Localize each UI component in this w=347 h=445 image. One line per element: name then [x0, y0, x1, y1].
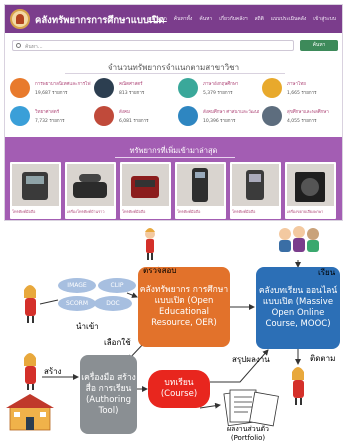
resource-card[interactable]: เครื่องขยายเสียงพกพา: [285, 162, 336, 219]
resource-thumbnail: [67, 164, 114, 206]
portfolio-documents: [223, 389, 279, 427]
label-review: ตรวจสอบ: [143, 266, 177, 275]
stat-count: 19,687 รายการ: [35, 91, 68, 96]
search-button[interactable]: ค้นหา: [300, 40, 338, 51]
resource-thumbnail: [287, 164, 334, 206]
health-icon: [262, 106, 282, 126]
site-header: คลังทรัพยากรการศึกษาแบบเปิด หน้าแรก ค้นห…: [5, 5, 342, 33]
resource-card[interactable]: เครื่องโทรศัพท์บ้านราว: [65, 162, 116, 219]
stat-item[interactable]: ภาษาไทย 1,665 รายการ: [262, 77, 342, 101]
stat-name: สังคมศึกษา ศาสนาและวัฒนธรรม: [203, 110, 259, 115]
latest-resources-section: ทรัพยากรที่เพิ่มเข้ามาล่าสุด โทรศัพท์มือ…: [5, 137, 342, 220]
search-icon: [16, 43, 21, 48]
thai-letter-icon: [262, 78, 282, 98]
latest-title: ทรัพยากรที่เพิ่มเข้ามาล่าสุด: [129, 146, 218, 155]
stat-count: 7,732 รายการ: [35, 119, 65, 124]
stat-item[interactable]: สังคม 6,081 รายการ: [94, 105, 174, 129]
site-logo[interactable]: [10, 9, 30, 29]
stat-count: 4,055 รายการ: [287, 119, 317, 124]
nav-item-search[interactable]: ค้นหา: [199, 15, 212, 23]
school-building: [6, 394, 54, 431]
society-icon: [94, 106, 114, 126]
stat-name: ภาษาไทย: [287, 82, 306, 87]
stat-item[interactable]: วิทยาศาสตร์ 7,732 รายการ: [10, 105, 90, 129]
portfolio-label: ผลงานส่วนตัว (Portfolio): [227, 425, 269, 442]
science-icon: [10, 106, 30, 126]
resource-title[interactable]: เครื่องโทรศัพท์บ้านราว: [67, 209, 115, 215]
stat-item[interactable]: ภาษาอังกฤษศึกษา 5,379 รายการ: [178, 77, 258, 101]
nav-item-stats[interactable]: สถิติ: [255, 15, 264, 23]
resource-thumbnail: [232, 164, 279, 206]
math-icon: [94, 78, 114, 98]
stat-name: วิทยาศาสตร์: [35, 110, 60, 115]
resource-title[interactable]: โทรศัพท์มือถือ: [122, 209, 170, 215]
divider: [65, 73, 285, 74]
site-brand[interactable]: คลังทรัพยากรการศึกษาแบบเปิด: [35, 13, 164, 28]
label-summarize: สรุปผลงาน: [232, 355, 270, 364]
resource-title[interactable]: เครื่องขยายเสียงพกพา: [287, 209, 335, 215]
label-learn: เรียน: [318, 268, 336, 277]
stat-name: การพยาบาลนิเทศและการไฟฟ้า: [35, 82, 91, 87]
resource-card[interactable]: โทรศัพท์มือถือ: [175, 162, 226, 219]
main-nav: หน้าแรก ค้นหาทั้ง ค้นหา เกี่ยวกับคลังฯ ส…: [148, 15, 336, 23]
resource-card[interactable]: โทรศัพท์มือถือ: [120, 162, 171, 219]
language-icon: [178, 78, 198, 98]
media-image-pill: IMAGE: [58, 278, 96, 293]
oer-node: คลังทรัพยากร การศึกษาแบบเปิด (Open Educa…: [138, 267, 230, 347]
resource-title[interactable]: โทรศัพท์มือถือ: [232, 209, 280, 215]
learners-group: [279, 226, 319, 252]
nav-item-login[interactable]: เข้าสู่ระบบ: [313, 15, 336, 23]
label-select: เลือกใช้: [104, 338, 131, 347]
latest-tiles: โทรศัพท์มือถือ เครื่องโทรศัพท์บ้านราว โท…: [10, 162, 340, 220]
nav-item-search-all[interactable]: ค้นหาทั้ง: [174, 15, 193, 23]
website-screenshot: คลังทรัพยากรการศึกษาแบบเปิด หน้าแรก ค้นห…: [4, 4, 343, 221]
search-placeholder: ค้นหา...: [25, 44, 43, 50]
label-create: สร้าง: [44, 367, 62, 376]
resource-thumbnail: [177, 164, 224, 206]
stat-count: 5,379 รายการ: [203, 91, 233, 96]
resource-thumbnail: [12, 164, 59, 206]
nav-item-about[interactable]: เกี่ยวกับคลังฯ: [219, 15, 247, 23]
media-scorm-pill: SCORM: [58, 296, 96, 311]
teacher-figure-bottom: [24, 353, 36, 390]
media-clip-pill: CLIP: [98, 278, 136, 293]
divider: [115, 157, 235, 158]
stat-count: 1,665 รายการ: [287, 91, 317, 96]
stat-item[interactable]: สุขศึกษาและพลศึกษา 4,055 รายการ: [262, 105, 342, 129]
course-node: บทเรียน (Course): [148, 370, 210, 408]
resource-title[interactable]: โทรศัพท์มือถือ: [12, 209, 60, 215]
follower-figure: [292, 367, 304, 405]
teacher-line: [39, 299, 59, 305]
media-doc-pill: DOC: [94, 296, 132, 311]
system-diagram: IMAGE CLIP SCORM DOC คลังทรัพยากร การศึก…: [0, 222, 347, 445]
stat-name: สังคม: [119, 110, 130, 115]
resource-card[interactable]: โทรศัพท์มือถือ: [230, 162, 281, 219]
stat-item[interactable]: สังคมศึกษา ศาสนาและวัฒนธรรม 10,396 รายกา…: [178, 105, 259, 129]
culture-icon: [178, 106, 198, 126]
resource-card[interactable]: โทรศัพท์มือถือ: [10, 162, 61, 219]
stats-grid: การพยาบาลนิเทศและการไฟฟ้า 19,687 รายการ …: [10, 77, 342, 129]
resource-thumbnail: [122, 164, 169, 206]
stat-name: ภาษาอังกฤษศึกษา: [203, 82, 239, 87]
resource-title[interactable]: โทรศัพท์มือถือ: [177, 209, 225, 215]
stat-name: สุขศึกษาและพลศึกษา: [287, 110, 329, 115]
search-input[interactable]: ค้นหา...: [12, 40, 294, 51]
stat-count: 813 รายการ: [119, 91, 145, 96]
stat-count: 10,396 รายการ: [203, 119, 236, 124]
stat-item[interactable]: คณิตศาสตร์ 813 รายการ: [94, 77, 174, 101]
mooc-node: คลังบทเรียน ออนไลน์แบบเปิด (Massive Open…: [256, 267, 340, 349]
stat-item[interactable]: การพยาบาลนิเทศและการไฟฟ้า 19,687 รายการ: [10, 77, 91, 101]
label-follow: ติดตาม: [310, 354, 336, 363]
teacher-figure-top: [24, 285, 36, 323]
category-icon: [10, 78, 30, 98]
nav-item-survey[interactable]: แบบประเมินคลัง: [271, 15, 306, 23]
stat-count: 6,081 รายการ: [119, 119, 149, 124]
import-arrow: [126, 292, 138, 298]
stat-name: คณิตศาสตร์: [119, 82, 143, 87]
nav-item-home[interactable]: หน้าแรก: [148, 15, 166, 23]
authoring-tool-node: เครื่องมือ สร้างสื่อ การเรียน (Authoring…: [80, 355, 137, 434]
label-import: นำเข้า: [76, 322, 99, 331]
reviewer-figure: [145, 228, 155, 260]
